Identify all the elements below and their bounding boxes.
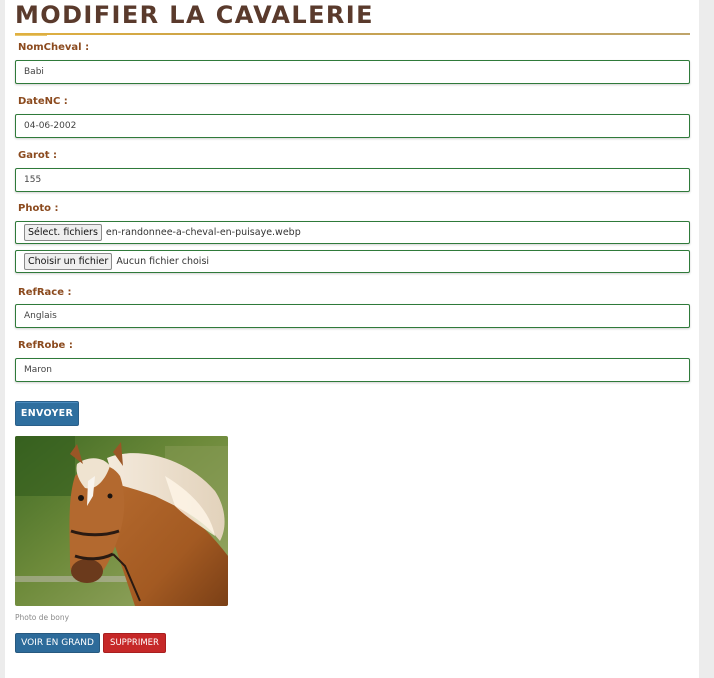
photo-caption: Photo de bony: [15, 613, 70, 622]
title-divider-accent: [15, 35, 47, 36]
datenc-label: DateNC :: [18, 96, 68, 107]
no-file-text: Aucun fichier choisi: [116, 256, 210, 267]
photo-file-input-1: Sélect. fichiers en-randonnee-a-cheval-e…: [15, 221, 690, 244]
title-divider: [15, 33, 690, 35]
selected-filename: en-randonnee-a-cheval-en-puisaye.webp: [105, 227, 301, 238]
refrace-input[interactable]: Anglais: [15, 304, 690, 328]
photo-label: Photo :: [18, 203, 59, 214]
refrobe-input[interactable]: Maron: [15, 358, 690, 382]
select-files-button[interactable]: Sélect. fichiers: [24, 224, 102, 241]
horse-photo: [15, 436, 228, 606]
submit-button[interactable]: ENVOYER: [15, 401, 79, 426]
refrace-label: RefRace :: [18, 287, 72, 298]
garot-label: Garot :: [18, 150, 58, 161]
refrobe-label: RefRobe :: [18, 340, 73, 351]
nomcheval-label: NomCheval :: [18, 42, 90, 53]
nomcheval-input[interactable]: Babi: [15, 60, 690, 84]
choose-file-button[interactable]: Choisir un fichier: [24, 253, 113, 270]
datenc-input[interactable]: 04-06-2002: [15, 114, 690, 138]
delete-button[interactable]: SUPPRIMER: [103, 633, 166, 653]
page-title: MODIFIER LA CAVALERIE: [15, 1, 374, 29]
photo-file-input-2: Choisir un fichier Aucun fichier choisi: [15, 250, 690, 273]
garot-input[interactable]: 155: [15, 168, 690, 192]
view-large-button[interactable]: VOIR EN GRAND: [15, 633, 100, 653]
